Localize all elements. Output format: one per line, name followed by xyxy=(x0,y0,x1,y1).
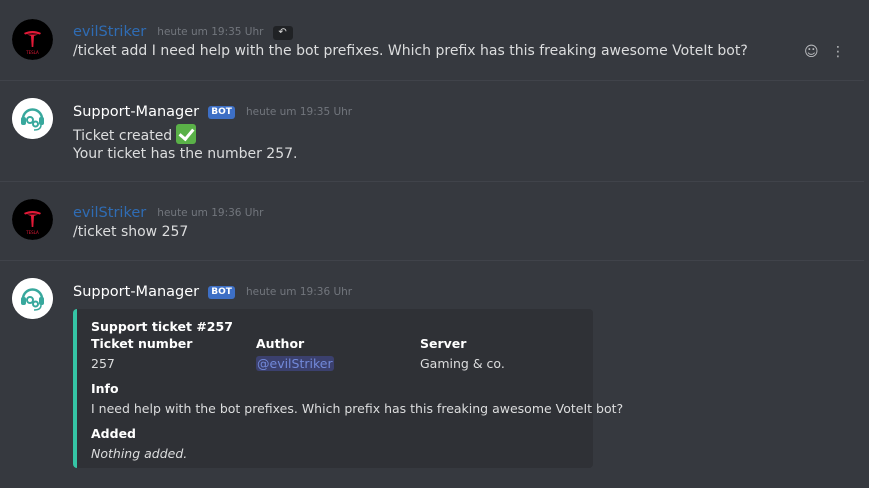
field-name-author: Author xyxy=(256,336,305,351)
field-name-server: Server xyxy=(420,336,467,351)
timestamp: heute um 19:35 Uhr xyxy=(245,106,353,118)
ticket-embed: Support ticket #257 Ticket number 257 Au… xyxy=(73,309,623,468)
bot-tag: BOT xyxy=(208,106,235,119)
author-name[interactable]: evilStriker xyxy=(73,24,146,40)
author-name[interactable]: evilStriker xyxy=(73,205,146,221)
message-line-2: Your ticket has the number 257. xyxy=(73,146,298,162)
message-header: evilStriker heute um 19:35 Uhr ↶ xyxy=(73,21,293,40)
field-value-ticket-number: 257 xyxy=(91,356,115,371)
message-2: Support-Manager BOT heute um 19:35 Uhr T… xyxy=(0,81,869,181)
svg-text:TESLA: TESLA xyxy=(25,230,39,235)
field-name-added: Added xyxy=(91,426,136,441)
user-mention[interactable]: @evilStriker xyxy=(256,356,334,371)
embed-title: Support ticket #257 xyxy=(91,319,233,334)
message-actions: ☺ ⋮ xyxy=(796,44,845,60)
message-content: /ticket show 257 xyxy=(73,224,189,240)
message-text: Ticket created xyxy=(73,128,173,144)
message-header: Support-Manager BOT heute um 19:36 Uhr xyxy=(73,281,352,300)
message-header: Support-Manager BOT heute um 19:35 Uhr xyxy=(73,101,352,120)
more-options-icon[interactable]: ⋮ xyxy=(831,44,845,60)
message-1: TESLA evilStriker heute um 19:35 Uhr ↶ /… xyxy=(0,0,869,80)
timestamp: heute um 19:35 Uhr xyxy=(157,26,264,38)
svg-text:TESLA: TESLA xyxy=(25,50,39,55)
timestamp: heute um 19:36 Uhr xyxy=(245,286,353,298)
author-name[interactable]: Support-Manager xyxy=(73,284,199,300)
field-name-info: Info xyxy=(91,381,119,396)
author-name[interactable]: Support-Manager xyxy=(73,104,199,120)
bot-tag: BOT xyxy=(208,286,235,299)
bot-avatar[interactable] xyxy=(12,278,53,319)
bot-avatar[interactable] xyxy=(12,98,53,139)
field-value-server: Gaming & co. xyxy=(420,356,505,371)
timestamp: heute um 19:36 Uhr xyxy=(157,207,264,219)
reply-arrow-icon: ↶ xyxy=(272,26,293,40)
message-line-1: Ticket created xyxy=(73,124,197,144)
emoji-react-icon[interactable]: ☺ xyxy=(804,44,819,60)
user-avatar[interactable]: TESLA xyxy=(12,19,53,60)
field-value-added: Nothing added. xyxy=(91,446,188,461)
message-content: /ticket add I need help with the bot pre… xyxy=(73,43,748,59)
message-3: TESLA evilStriker heute um 19:36 Uhr /ti… xyxy=(0,182,869,260)
message-header: evilStriker heute um 19:36 Uhr xyxy=(73,202,263,221)
check-mark-icon xyxy=(176,124,197,144)
field-value-author: @evilStriker xyxy=(256,356,334,371)
field-name-ticket-number: Ticket number xyxy=(91,336,193,351)
field-value-info: I need help with the bot prefixes. Which… xyxy=(91,401,624,416)
user-avatar[interactable]: TESLA xyxy=(12,199,53,240)
